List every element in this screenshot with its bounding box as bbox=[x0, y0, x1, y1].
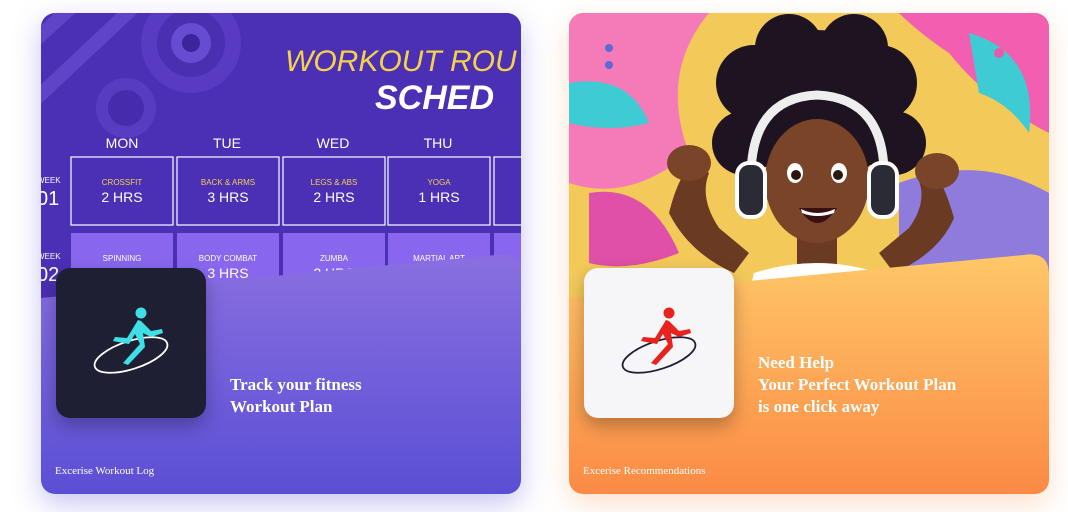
runner-logo-icon bbox=[621, 307, 697, 374]
card-footer-label: Excerise Recommendations bbox=[583, 465, 706, 477]
tagline-line: Workout Plan bbox=[230, 397, 333, 416]
workout-log-card[interactable]: WORKOUT ROU SCHED MON TUE WED THU WEEK 0… bbox=[41, 13, 521, 494]
card-footer-label: Excerise Workout Log bbox=[55, 465, 155, 477]
tagline-line: Track your fitness bbox=[230, 375, 362, 394]
app-logo bbox=[56, 268, 206, 418]
workout-recommendations-card[interactable]: Need Help Your Perfect Workout Plan is o… bbox=[569, 13, 1049, 494]
card-overlay-panel bbox=[41, 254, 521, 494]
card-tagline: Need Help Your Perfect Workout Plan is o… bbox=[758, 352, 956, 418]
tagline-line: is one click away bbox=[758, 397, 880, 416]
tagline-line: Your Perfect Workout Plan bbox=[758, 375, 957, 394]
runner-logo-icon bbox=[93, 307, 169, 374]
card-overlay-panel bbox=[569, 254, 1049, 494]
app-logo bbox=[584, 268, 734, 418]
card-tagline: Track your fitness Workout Plan bbox=[230, 374, 362, 418]
tagline-line: Need Help bbox=[758, 353, 835, 372]
